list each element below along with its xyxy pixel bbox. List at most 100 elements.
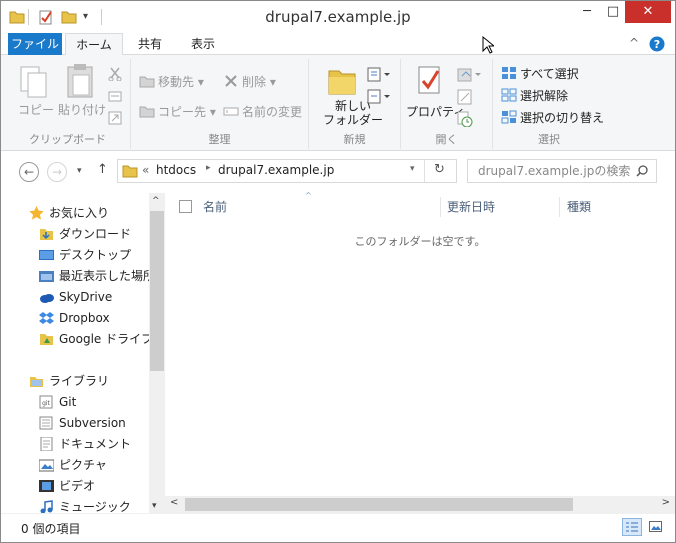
nav-desktop[interactable]: デスクトップ: [39, 245, 149, 265]
history-icon[interactable]: [457, 111, 473, 127]
column-header-modified[interactable]: 更新日時: [447, 197, 495, 217]
move-to-button[interactable]: 移動先 ▾: [139, 73, 204, 90]
nav-libraries[interactable]: ライブラリ: [29, 371, 149, 391]
copy-icon: [20, 66, 47, 98]
nav-item-label: ピクチャ: [59, 458, 107, 472]
nav-favorites[interactable]: お気に入り: [29, 203, 149, 223]
nav-skydrive[interactable]: SkyDrive: [39, 287, 149, 307]
nav-git[interactable]: git Git: [39, 392, 149, 412]
nav-item-label: デスクトップ: [59, 248, 132, 262]
breadcrumb-htdocs[interactable]: htdocs: [156, 163, 196, 177]
invert-selection-button[interactable]: 選択の切り替え: [501, 109, 604, 126]
properties-large-icon: [418, 66, 440, 94]
cursor-icon: [482, 36, 494, 54]
select-all-button[interactable]: すべて選択: [501, 65, 579, 82]
select-group-label: 選択: [538, 133, 560, 146]
new-group-label: 新規: [343, 133, 366, 146]
nav-videos[interactable]: ビデオ: [39, 476, 149, 496]
nav-favorites-label: お気に入り: [49, 206, 110, 220]
nav-item-label: Git: [59, 395, 77, 409]
breadcrumb-separator-icon[interactable]: ▸: [206, 163, 211, 173]
tab-share[interactable]: 共有: [127, 33, 173, 55]
delete-button[interactable]: 削除 ▾: [223, 73, 276, 90]
large-icons-view-button[interactable]: [646, 518, 666, 536]
column-divider[interactable]: [440, 197, 441, 217]
nav-item-label: 最近表示した場所: [59, 269, 149, 283]
downloads-folder-icon: [40, 229, 53, 240]
folder-icon: [122, 165, 138, 178]
address-overflow[interactable]: «: [142, 163, 149, 177]
nav-pane-scrollbar[interactable]: ^ ▾: [149, 193, 165, 513]
nav-item-label: ダウンロード: [59, 227, 132, 241]
recent-locations-icon[interactable]: ▾: [77, 166, 82, 176]
select-none-icon: [501, 88, 517, 102]
scroll-right-icon[interactable]: >: [662, 497, 670, 508]
search-icon[interactable]: [636, 165, 648, 177]
help-icon[interactable]: ?: [649, 36, 665, 52]
open-group: プロパティ 開く: [401, 59, 493, 149]
nav-libraries-label: ライブラリ: [49, 374, 110, 388]
ribbon: コピー 貼り付け クリップボード 移動先 ▾ 削除 ▾ コピー先 ▾ 名前の変更…: [1, 55, 675, 151]
organize-group-label: 整理: [208, 133, 231, 146]
cut-icon[interactable]: [108, 67, 122, 81]
minimize-button[interactable]: ─: [573, 1, 601, 23]
subversion-library-icon: [39, 416, 53, 430]
edit-icon[interactable]: [457, 89, 473, 105]
address-bar[interactable]: « htdocs ▸ drupal7.example.jp ▾ ↻: [117, 159, 457, 183]
address-history-icon[interactable]: ▾: [410, 164, 415, 174]
clipboard-group: コピー 貼り付け クリップボード: [5, 59, 131, 149]
nav-documents[interactable]: ドキュメント: [39, 434, 149, 454]
copy-path-icon[interactable]: [108, 89, 122, 103]
details-view-button[interactable]: [622, 518, 642, 536]
nav-item-label: Dropbox: [59, 311, 110, 325]
new-item-icon[interactable]: [367, 67, 391, 83]
nav-subversion[interactable]: Subversion: [39, 413, 149, 433]
scroll-left-icon[interactable]: <: [170, 497, 178, 508]
back-button[interactable]: ←: [19, 162, 39, 182]
new-group: 新しい フォルダー 新規: [309, 59, 401, 149]
clipboard-group-label: クリップボード: [29, 133, 106, 146]
paste-shortcut-icon[interactable]: [108, 111, 122, 125]
maximize-button[interactable]: □: [599, 1, 627, 23]
git-library-icon: git: [39, 395, 53, 409]
close-button[interactable]: ✕: [625, 1, 671, 23]
paste-button[interactable]: 貼り付け: [58, 101, 106, 118]
select-none-button[interactable]: 選択解除: [501, 87, 568, 104]
open-icon[interactable]: [457, 67, 481, 83]
nav-downloads[interactable]: ダウンロード: [39, 224, 149, 244]
nav-recent-places[interactable]: 最近表示した場所: [39, 266, 149, 286]
copy-to-button[interactable]: コピー先 ▾: [139, 103, 216, 120]
refresh-icon[interactable]: ↻: [434, 162, 445, 177]
copy-button[interactable]: コピー: [18, 101, 54, 118]
select-all-checkbox[interactable]: [179, 200, 192, 213]
rename-button[interactable]: 名前の変更: [223, 103, 302, 120]
up-button[interactable]: ↑: [97, 162, 108, 177]
ribbon-minimize-icon[interactable]: ^: [629, 36, 639, 50]
nav-google-drive[interactable]: Google ドライブ: [39, 329, 153, 349]
scroll-thumb[interactable]: [185, 498, 573, 511]
tab-home[interactable]: ホーム: [65, 33, 123, 56]
column-divider[interactable]: [559, 197, 560, 217]
scroll-down-icon[interactable]: ▾: [152, 501, 157, 511]
nav-pictures[interactable]: ピクチャ: [39, 455, 149, 475]
scroll-thumb[interactable]: [150, 211, 164, 371]
documents-icon: [40, 437, 53, 451]
item-count: 0 個の項目: [21, 522, 81, 536]
new-folder-line1: 新しい: [335, 99, 372, 113]
column-header-name[interactable]: 名前: [203, 197, 227, 217]
pictures-icon: [39, 459, 54, 472]
skydrive-icon: [40, 294, 54, 303]
forward-button[interactable]: →: [47, 162, 67, 182]
tab-view[interactable]: 表示: [177, 33, 229, 55]
search-box[interactable]: drupal7.example.jpの検索: [467, 159, 657, 183]
file-list-scrollbar[interactable]: < >: [165, 496, 675, 513]
tab-file[interactable]: ファイル: [8, 33, 62, 55]
libraries-icon: [30, 377, 43, 387]
nav-dropbox[interactable]: Dropbox: [39, 308, 149, 328]
easy-access-icon[interactable]: [367, 89, 391, 105]
scroll-up-icon[interactable]: ^: [152, 196, 160, 206]
move-to-icon: [139, 76, 155, 88]
column-header-type[interactable]: 種類: [567, 197, 591, 217]
breadcrumb-current[interactable]: drupal7.example.jp: [218, 163, 334, 177]
navigation-bar: ← → ▾ ↑ « htdocs ▸ drupal7.example.jp ▾ …: [1, 151, 675, 193]
